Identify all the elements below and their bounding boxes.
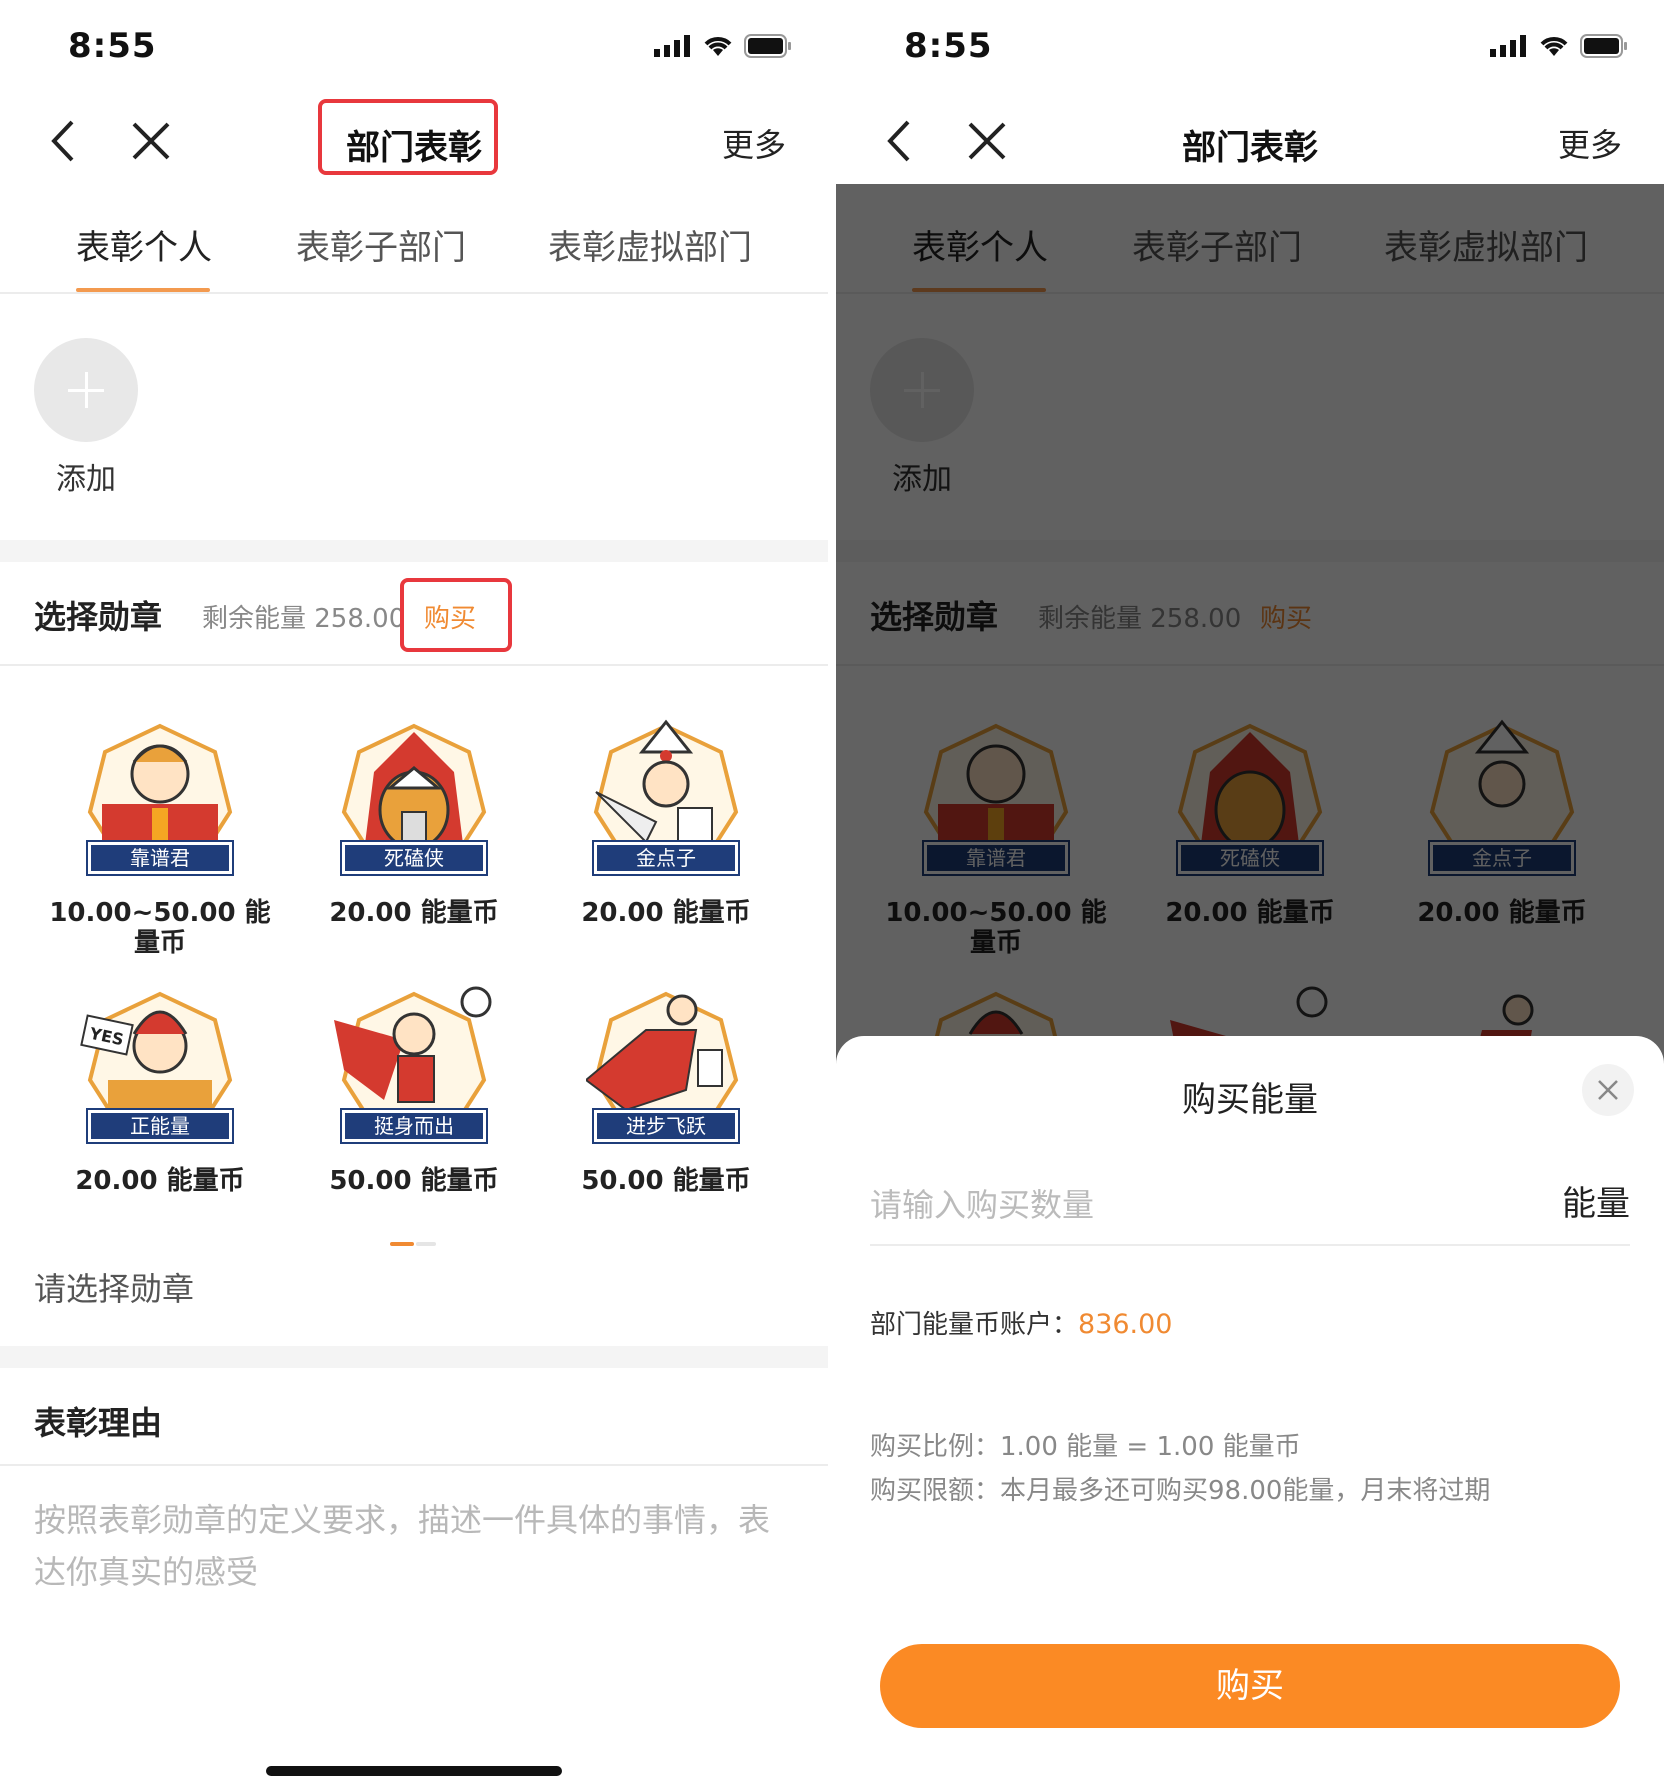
buy-energy-sheet: 购买能量 请输入购买数量 能量 部门能量币账户：836.00 购买比例：1.00…: [836, 1036, 1664, 1792]
hero-medal-icon: 挺身而出: [334, 980, 494, 1150]
medal-section-title: 选择勋章: [34, 598, 163, 636]
status-time: 8:55: [904, 26, 993, 66]
battery-icon: [1580, 34, 1627, 58]
reason-title: 表彰理由: [34, 1404, 163, 1442]
left-screen: 8:55 部门表彰 更多 表彰个人 表彰子部门 表彰虚拟部门 添加 选择勋章 剩…: [0, 0, 828, 1792]
section-divider: [0, 540, 828, 562]
medal-item[interactable]: 金点子 20.00 能量币: [540, 712, 792, 928]
status-bar: 8:55: [0, 0, 828, 100]
tab-bar: 表彰个人 表彰子部门 表彰虚拟部门: [0, 184, 828, 294]
medal-price: 20.00 能量币: [581, 898, 751, 928]
medal-name: 正能量: [86, 1108, 234, 1144]
account-label: 部门能量币账户：: [870, 1310, 1079, 1340]
status-icons: [654, 34, 792, 58]
close-icon: [1598, 1080, 1618, 1100]
nav-bar: 部门表彰 更多: [0, 99, 828, 184]
battery-icon: [744, 34, 791, 58]
medal-price: 20.00 能量币: [75, 1166, 245, 1196]
account-value: 836.00: [1078, 1309, 1173, 1340]
more-button[interactable]: 更多: [1558, 120, 1622, 166]
recipient-area: 添加: [0, 294, 828, 540]
signal-icon: [1490, 35, 1526, 57]
tab-individual[interactable]: 表彰个人: [76, 220, 212, 269]
medal-item[interactable]: 靠谱君 10.00~50.00 能量币: [34, 712, 286, 958]
medal-price: 50.00 能量币: [329, 1166, 499, 1196]
status-time: 8:55: [68, 26, 157, 66]
home-indicator: [266, 1766, 562, 1776]
tab-active-indicator: [76, 288, 210, 292]
medal-name: 挺身而出: [340, 1108, 488, 1144]
right-screen: 8:55 部门表彰 更多 表彰个人 表彰子部门 表彰虚拟部门 添加 选择勋章 剩…: [836, 0, 1664, 1792]
quantity-unit: 能量: [1562, 1184, 1630, 1224]
medal-price: 10.00~50.00 能量币: [49, 898, 271, 958]
reason-input[interactable]: 按照表彰勋章的定义要求，描述一件具体的事情，表达你真实的感受: [34, 1494, 794, 1598]
add-label: 添加: [56, 462, 116, 497]
sheet-title: 购买能量: [1182, 1080, 1318, 1120]
medal-select-hint: 请选择勋章: [34, 1270, 195, 1308]
quantity-placeholder: 请输入购买数量: [870, 1186, 1095, 1224]
medal-item[interactable]: 进步飞跃 50.00 能量币: [540, 980, 792, 1196]
nav-bar: 部门表彰 更多: [836, 100, 1664, 184]
buy-highlight-box: [400, 578, 512, 652]
purchase-limit: 购买限额：本月最多还可购买98.00能量，月末将过期: [870, 1476, 1491, 1506]
medal-price: 20.00 能量币: [329, 898, 499, 928]
account-balance: 部门能量币账户：836.00: [870, 1304, 1173, 1341]
medal-name: 进步飞跃: [592, 1108, 740, 1144]
idea-medal-icon: 金点子: [586, 712, 746, 882]
progress-medal-icon: 进步飞跃: [586, 980, 746, 1150]
screen-gap: [828, 0, 836, 1792]
title-highlight-box: [318, 99, 498, 175]
positive-medal-icon: YES 正能量: [80, 980, 240, 1150]
page-indicator: [390, 1242, 436, 1246]
reliable-medal-icon: 靠谱君: [80, 712, 240, 882]
wifi-icon: [1540, 37, 1568, 56]
medal-item[interactable]: 死磕侠 20.00 能量币: [288, 712, 540, 928]
tab-sub-department[interactable]: 表彰子部门: [296, 220, 466, 269]
section-divider: [0, 1346, 828, 1368]
medal-section-header: 选择勋章 剩余能量 258.00 购买: [0, 562, 828, 666]
medal-price: 50.00 能量币: [581, 1166, 751, 1196]
status-bar: 8:55: [836, 0, 1664, 100]
more-button[interactable]: 更多: [722, 120, 786, 166]
persistent-medal-icon: 死磕侠: [334, 712, 494, 882]
medal-name: 死磕侠: [340, 840, 488, 876]
reason-header: 表彰理由: [0, 1368, 828, 1466]
quantity-input[interactable]: 请输入购买数量 能量: [870, 1146, 1630, 1246]
medal-item[interactable]: 挺身而出 50.00 能量币: [288, 980, 540, 1196]
tab-virtual-department[interactable]: 表彰虚拟部门: [548, 220, 752, 269]
medal-name: 靠谱君: [86, 840, 234, 876]
medal-name: 金点子: [592, 840, 740, 876]
signal-icon: [654, 35, 690, 57]
add-recipient-button[interactable]: [34, 338, 138, 442]
page-title: 部门表彰: [1182, 128, 1318, 168]
status-icons: [1490, 34, 1628, 58]
remaining-energy: 剩余能量 258.00: [202, 604, 406, 634]
wifi-icon: [704, 37, 732, 56]
buy-button[interactable]: 购买: [880, 1644, 1620, 1728]
sheet-close-button[interactable]: [1582, 1064, 1634, 1116]
medal-item[interactable]: YES 正能量 20.00 能量币: [34, 980, 286, 1196]
purchase-ratio: 购买比例：1.00 能量 = 1.00 能量币: [870, 1432, 1301, 1462]
